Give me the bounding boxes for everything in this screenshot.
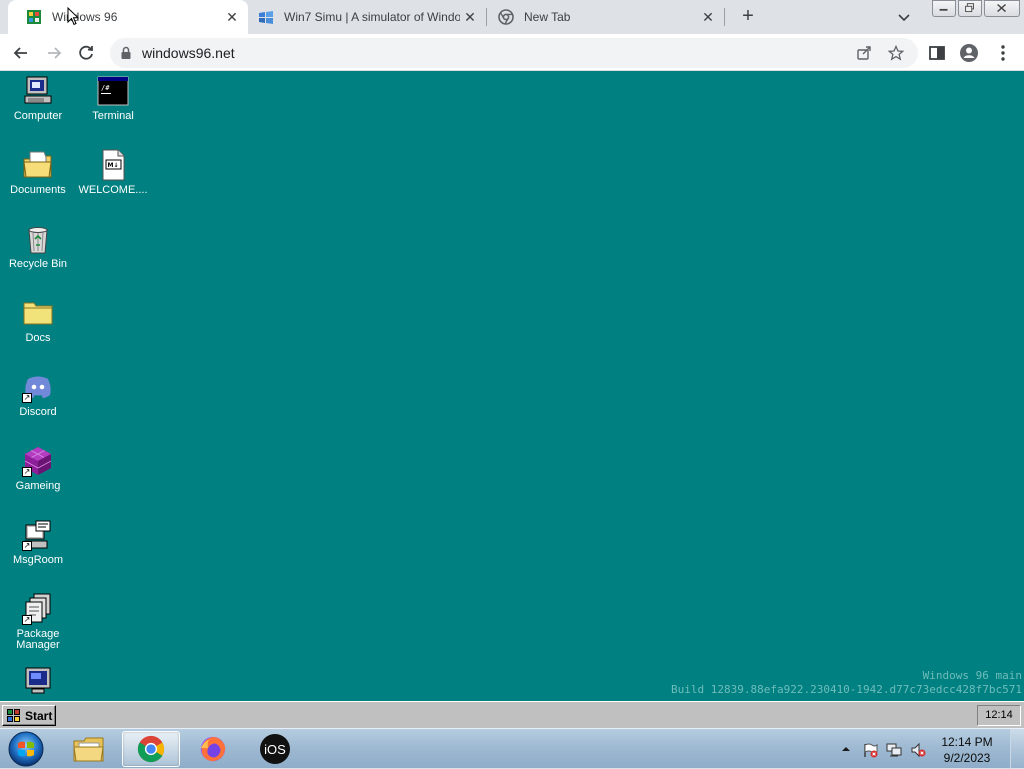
close-icon[interactable]: ✕ — [700, 9, 716, 25]
show-desktop-button[interactable] — [1010, 729, 1024, 769]
close-icon[interactable]: ✕ — [224, 9, 240, 25]
windows7-taskbar: iOS 12:14 PM 9/2/2023 — [0, 728, 1024, 769]
markdown-file-icon: M↓ — [102, 149, 125, 181]
svg-text:iOS: iOS — [264, 742, 286, 757]
desktop-icon-msgroom[interactable]: ↗ MsgRoom — [0, 519, 76, 566]
win7-favicon-icon — [259, 11, 273, 24]
tab-separator — [486, 8, 487, 26]
share-icon[interactable] — [856, 45, 872, 61]
start-button[interactable]: Start — [2, 705, 56, 726]
chevron-down-icon[interactable] — [896, 9, 912, 25]
computer-icon — [24, 76, 52, 104]
desktop-icon-label: Terminal — [92, 110, 134, 122]
start-label: Start — [25, 708, 53, 723]
restore-button[interactable] — [958, 0, 982, 17]
minimize-button[interactable] — [932, 0, 956, 17]
network-icon[interactable] — [886, 742, 902, 758]
desktop-icon-monitor[interactable] — [0, 667, 76, 701]
ios-icon: iOS — [260, 734, 290, 764]
desktop-icon-recycle-bin[interactable]: Recycle Bin — [0, 223, 76, 270]
recycle-bin-icon — [28, 227, 48, 254]
taskbar-clock[interactable]: 12:14 PM 9/2/2023 — [932, 734, 1002, 766]
shortcut-arrow-icon: ↗ — [22, 615, 32, 625]
clock-date: 9/2/2023 — [943, 751, 991, 765]
windows96-taskbar: Start 12:14 — [0, 701, 1024, 728]
svg-text:M↓: M↓ — [108, 162, 119, 169]
chrome-icon — [137, 735, 165, 763]
url-text[interactable]: windows96.net — [142, 45, 235, 61]
desktop-icon-label: Recycle Bin — [8, 258, 68, 270]
desktop-icon-gameing[interactable]: ↗ Gameing — [0, 445, 76, 492]
browser-toolbar: windows96.net — [0, 34, 1024, 71]
monitor-icon — [25, 667, 51, 694]
restore-icon — [965, 3, 974, 13]
back-arrow-icon[interactable] — [10, 42, 32, 64]
action-center-flag-icon[interactable] — [862, 742, 878, 758]
windows96-desktop[interactable]: Computer /# Terminal Documents M↓ WELCOM… — [0, 71, 1024, 701]
tab-separator — [724, 8, 725, 26]
side-panel-icon[interactable] — [926, 42, 948, 64]
desktop-icon-label: Docs — [25, 332, 51, 344]
tab-title: Win7 Simu | A simulator of Windows — [284, 10, 460, 24]
show-hidden-icons-icon[interactable] — [840, 743, 852, 755]
close-window-button[interactable] — [984, 0, 1020, 17]
desktop-icon-label: Computer — [13, 110, 63, 122]
new-tab-button[interactable]: + — [738, 6, 758, 27]
taskbar-app-explorer[interactable] — [60, 731, 118, 767]
taskbar-app-chrome[interactable] — [122, 731, 180, 767]
desktop-icon-docs[interactable]: Docs — [0, 297, 76, 344]
shortcut-arrow-icon: ↗ — [22, 541, 32, 551]
lock-icon[interactable] — [120, 46, 132, 60]
profile-avatar-icon[interactable] — [958, 42, 980, 64]
documents-folder-icon — [23, 151, 52, 178]
desktop-icon-label: Documents — [10, 184, 66, 196]
desktop-icon-label: Gameing — [15, 480, 61, 492]
explorer-folder-icon — [73, 737, 104, 762]
desktop-icon-discord[interactable]: ↗ Discord — [0, 371, 76, 418]
clock-time: 12:14 PM — [941, 735, 993, 749]
firefox-icon — [200, 736, 226, 762]
system-tray: 12:14 PM 9/2/2023 — [834, 729, 1024, 769]
browser-tabstrip: Windows 96 ✕ Win7 Simu | A simulator of … — [0, 0, 1024, 34]
close-icon — [997, 4, 1006, 13]
tab-win7simu[interactable]: Win7 Simu | A simulator of Windows ✕ — [250, 0, 486, 34]
address-bar[interactable]: windows96.net — [110, 38, 918, 68]
build-info: Windows 96 main Build 12839.88efa922.230… — [671, 669, 1022, 697]
desktop-icon-label: Discord — [19, 406, 57, 418]
forward-arrow-icon[interactable] — [43, 42, 65, 64]
desktop-icon-package-manager[interactable]: ↗ Package Manager — [0, 593, 76, 651]
build-line-2: Build 12839.88efa922.230410-1942.d77c73e… — [671, 683, 1022, 696]
desktop-icon-welcome[interactable]: M↓ WELCOME.... — [75, 149, 151, 196]
minimize-icon — [939, 8, 948, 11]
tab-title: New Tab — [524, 10, 571, 24]
tab-newtab[interactable]: New Tab ✕ — [488, 0, 724, 34]
desktop-icon-documents[interactable]: Documents — [0, 149, 76, 196]
desktop-icon-terminal[interactable]: /# Terminal — [75, 75, 151, 122]
desktop-icon-computer[interactable]: Computer — [0, 75, 76, 122]
volume-muted-icon[interactable] — [910, 742, 926, 758]
shortcut-arrow-icon: ↗ — [22, 467, 32, 477]
bookmark-star-icon[interactable] — [888, 45, 904, 61]
taskbar-app-firefox[interactable] — [184, 731, 242, 767]
windows96-logo-icon — [7, 709, 20, 722]
windows96-clock[interactable]: 12:14 — [977, 705, 1021, 726]
folder-icon — [23, 302, 53, 325]
desktop-icon-label: WELCOME.... — [78, 184, 148, 196]
chrome-favicon-icon — [498, 9, 514, 25]
close-icon[interactable]: ✕ — [462, 9, 478, 25]
reload-icon[interactable] — [75, 42, 97, 64]
shortcut-arrow-icon: ↗ — [22, 393, 32, 403]
tab-windows96[interactable]: Windows 96 ✕ — [8, 0, 248, 34]
more-menu-icon[interactable] — [992, 42, 1014, 64]
desktop-icon-label: Package Manager — [16, 628, 60, 651]
desktop-icon-label: MsgRoom — [12, 554, 64, 566]
terminal-icon: /# — [97, 76, 129, 106]
build-line-1: Windows 96 main — [922, 669, 1022, 682]
window-controls — [930, 0, 1020, 18]
taskbar-app-ios[interactable]: iOS — [246, 731, 304, 767]
svg-text:/#: /# — [101, 84, 110, 92]
mouse-cursor-icon — [67, 7, 79, 26]
windows96-favicon-icon — [27, 10, 41, 24]
windows-start-orb-icon[interactable] — [6, 730, 46, 768]
